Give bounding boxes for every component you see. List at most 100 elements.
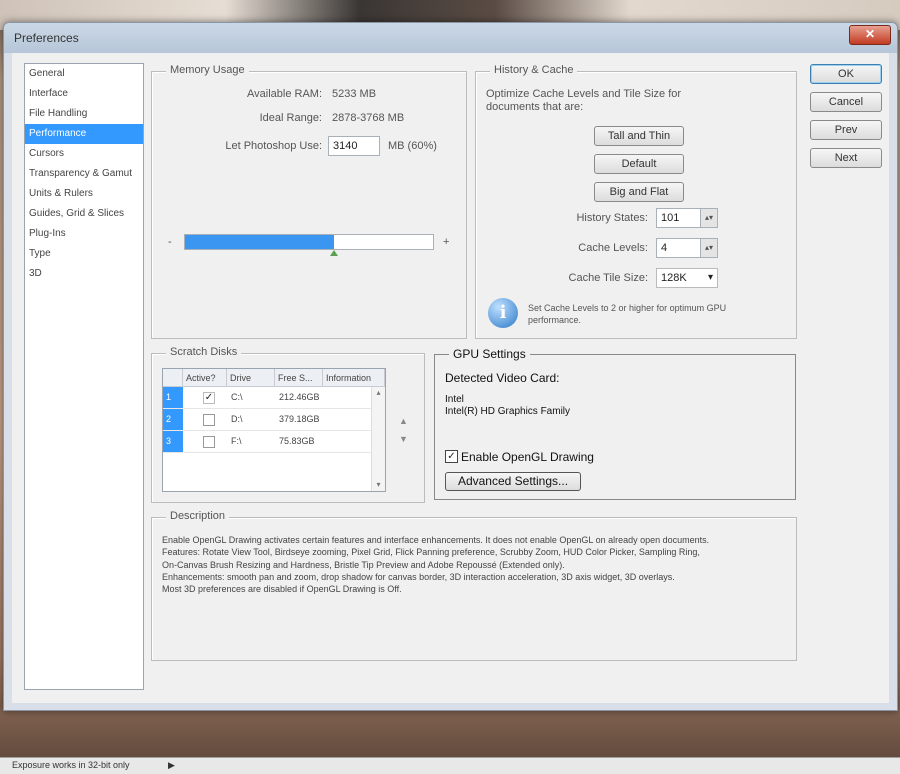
default-button[interactable]: Default: [594, 154, 684, 174]
nav-item-units-rulers[interactable]: Units & Rulers: [25, 184, 143, 204]
enable-opengl-checkbox[interactable]: ✓: [445, 450, 458, 463]
cache-tile-size-value: 128K: [661, 272, 687, 284]
big-and-flat-button[interactable]: Big and Flat: [594, 182, 684, 202]
description-text: Enable OpenGL Drawing activates certain …: [162, 534, 782, 595]
scroll-up-icon[interactable]: ▴: [372, 387, 385, 399]
memory-slider-fill: [185, 235, 334, 249]
history-cache-title: History & Cache: [490, 64, 578, 76]
history-states-value: 101: [661, 212, 680, 224]
status-text: Exposure works in 32-bit only: [12, 760, 130, 770]
move-up-icon[interactable]: ▲: [399, 416, 408, 426]
description-line: Most 3D preferences are disabled if Open…: [162, 584, 402, 595]
titlebar: Preferences ✕: [4, 23, 897, 53]
scratch-disks-title: Scratch Disks: [166, 346, 242, 358]
table-row[interactable]: 2 D:\ 379.18GB: [163, 409, 371, 431]
cache-levels-spinner[interactable]: ▴▾: [700, 239, 717, 257]
let-photoshop-use-label: Let Photoshop Use:: [225, 140, 322, 152]
active-checkbox[interactable]: ✓: [203, 392, 215, 404]
memory-percent-label: MB (60%): [388, 140, 437, 152]
table-row[interactable]: 1 ✓ C:\ 212.46GB: [163, 387, 371, 409]
tall-and-thin-button[interactable]: Tall and Thin: [594, 126, 684, 146]
prev-button[interactable]: Prev: [810, 120, 882, 140]
history-states-spinner[interactable]: ▴▾: [700, 209, 717, 227]
cache-intro-text: Optimize Cache Levels and Tile Size for …: [486, 88, 682, 113]
description-line: Enhancements: smooth pan and zoom, drop …: [162, 571, 675, 582]
nav-item-cursors[interactable]: Cursors: [25, 144, 143, 164]
gpu-settings-title: GPU Settings: [449, 347, 530, 361]
category-list: General Interface File Handling Performa…: [24, 63, 144, 690]
history-states-input[interactable]: 101 ▴▾: [656, 208, 718, 228]
video-card-name: Intel(R) HD Graphics Family: [445, 406, 571, 417]
drive-cell: F:\: [231, 436, 242, 446]
memory-usage-group: Memory Usage Available RAM: 5233 MB Idea…: [151, 64, 467, 339]
nav-item-interface[interactable]: Interface: [25, 84, 143, 104]
free-space-cell: 379.18GB: [279, 414, 320, 424]
detected-video-card-label: Detected Video Card:: [445, 371, 560, 385]
description-line: Enable OpenGL Drawing activates certain …: [162, 535, 710, 545]
memory-slider-thumb[interactable]: [330, 250, 338, 256]
preferences-dialog: Preferences ✕ General Interface File Han…: [3, 22, 898, 711]
drive-cell: D:\: [231, 414, 243, 424]
scratch-disks-table: Active? Drive Free S... Information 1 ✓ …: [162, 368, 386, 492]
table-scrollbar[interactable]: ▴ ▾: [371, 387, 385, 491]
description-title: Description: [166, 510, 230, 522]
row-number: 2: [163, 409, 183, 430]
status-menu-arrow-icon[interactable]: ▶: [168, 760, 175, 771]
ideal-range-label: Ideal Range:: [259, 112, 322, 124]
free-space-cell: 212.46GB: [279, 392, 320, 402]
dialog-client: General Interface File Handling Performa…: [12, 53, 889, 703]
slider-minus-label: -: [168, 236, 172, 248]
info-icon: i: [488, 298, 518, 328]
cache-tile-size-select[interactable]: 128K ▾: [656, 268, 718, 288]
chevron-down-icon: ▾: [707, 272, 713, 283]
ok-button[interactable]: OK: [810, 64, 882, 84]
table-row[interactable]: 3 F:\ 75.83GB: [163, 431, 371, 453]
close-button[interactable]: ✕: [849, 25, 891, 45]
nav-item-performance[interactable]: Performance: [25, 124, 143, 144]
active-checkbox[interactable]: [203, 436, 215, 448]
history-cache-group: History & Cache Optimize Cache Levels an…: [475, 64, 797, 339]
cancel-button[interactable]: Cancel: [810, 92, 882, 112]
nav-item-transparency[interactable]: Transparency & Gamut: [25, 164, 143, 184]
row-number: 1: [163, 387, 183, 408]
cache-info-text: Set Cache Levels to 2 or higher for opti…: [528, 303, 727, 325]
gpu-settings-group: GPU Settings Detected Video Card: Intel …: [434, 347, 796, 500]
description-line: On-Canvas Brush Resizing and Hardness, B…: [162, 559, 565, 570]
cache-levels-input[interactable]: 4 ▴▾: [656, 238, 718, 258]
memory-slider[interactable]: [184, 234, 434, 256]
nav-item-plugins[interactable]: Plug-Ins: [25, 224, 143, 244]
cache-tile-size-label: Cache Tile Size:: [568, 272, 648, 284]
col-header-active[interactable]: Active?: [183, 369, 227, 387]
active-checkbox[interactable]: [203, 414, 215, 426]
history-states-label: History States:: [576, 212, 648, 224]
video-card-vendor: Intel: [445, 394, 464, 405]
row-number: 3: [163, 431, 183, 452]
window-title: Preferences: [14, 31, 79, 45]
description-group: Description Enable OpenGL Drawing activa…: [151, 510, 797, 661]
col-header-num: [163, 369, 183, 387]
advanced-settings-button[interactable]: Advanced Settings...: [445, 472, 581, 491]
enable-opengl-label[interactable]: Enable OpenGL Drawing: [461, 450, 594, 464]
next-button[interactable]: Next: [810, 148, 882, 168]
scroll-down-icon[interactable]: ▾: [372, 479, 385, 491]
status-bar: Exposure works in 32-bit only ▶: [0, 757, 900, 774]
move-down-icon[interactable]: ▼: [399, 434, 408, 444]
col-header-drive[interactable]: Drive: [227, 369, 275, 387]
available-ram-value: 5233 MB: [332, 88, 377, 100]
nav-item-type[interactable]: Type: [25, 244, 143, 264]
nav-item-general[interactable]: General: [25, 64, 143, 84]
scratch-disks-group: Scratch Disks Active? Drive Free S... In…: [151, 346, 425, 503]
drive-cell: C:\: [231, 392, 243, 402]
memory-usage-title: Memory Usage: [166, 64, 249, 76]
nav-item-3d[interactable]: 3D: [25, 264, 143, 284]
cache-levels-value: 4: [661, 242, 668, 254]
col-header-free-space[interactable]: Free S...: [275, 369, 323, 387]
description-line: Features: Rotate View Tool, Birdseye zoo…: [162, 547, 700, 558]
free-space-cell: 75.83GB: [279, 436, 315, 446]
available-ram-label: Available RAM:: [247, 88, 322, 100]
col-header-information[interactable]: Information: [323, 369, 385, 387]
nav-item-guides[interactable]: Guides, Grid & Slices: [25, 204, 143, 224]
nav-item-file-handling[interactable]: File Handling: [25, 104, 143, 124]
memory-input[interactable]: 3140: [328, 136, 380, 156]
ideal-range-value: 2878-3768 MB: [332, 112, 405, 124]
